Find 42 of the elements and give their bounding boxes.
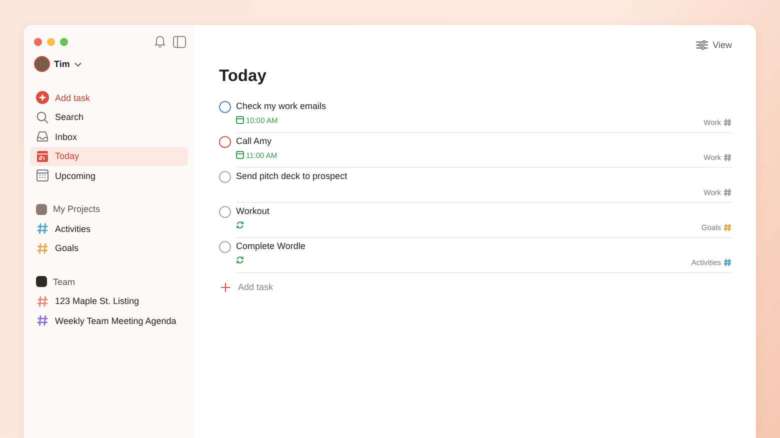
plus-icon bbox=[36, 91, 49, 104]
project-group-header[interactable]: My Projects bbox=[30, 200, 188, 219]
nav-item[interactable]: Inbox bbox=[30, 127, 188, 146]
task-checkbox[interactable] bbox=[219, 241, 231, 253]
plus-icon bbox=[221, 282, 230, 292]
nav-item[interactable]: Today bbox=[30, 146, 188, 166]
view-button[interactable]: View bbox=[696, 38, 732, 52]
nav-item[interactable]: Search bbox=[30, 108, 188, 127]
project-item[interactable]: Activities bbox=[30, 219, 188, 238]
task-title[interactable]: Send pitch deck to prospect bbox=[236, 170, 348, 182]
chevron-down-icon bbox=[74, 62, 82, 66]
user-menu[interactable]: Tim bbox=[30, 51, 86, 77]
task-checkbox[interactable] bbox=[219, 101, 231, 113]
calendar-icon bbox=[236, 151, 244, 159]
page-title: Today bbox=[219, 67, 268, 86]
calendar-icon bbox=[36, 150, 49, 163]
inbox-icon bbox=[36, 130, 49, 144]
sliders-icon bbox=[696, 40, 708, 50]
calendar-icon bbox=[236, 116, 244, 124]
search-icon bbox=[36, 110, 49, 124]
add-task-button[interactable]: Add task bbox=[30, 88, 188, 108]
task-title[interactable]: Check my work emails bbox=[236, 100, 326, 112]
project-item[interactable]: Weekly Team Meeting Agenda bbox=[30, 311, 188, 330]
avatar bbox=[36, 204, 47, 215]
task-title[interactable]: Call Amy bbox=[236, 135, 272, 147]
sidebar-toggle-icon[interactable] bbox=[173, 36, 186, 48]
task-title[interactable]: Complete Wordle bbox=[236, 240, 306, 252]
task-checkbox[interactable] bbox=[219, 171, 231, 183]
avatar bbox=[34, 56, 50, 72]
project-item[interactable]: 123 Maple St. Listing bbox=[30, 292, 188, 311]
task-title[interactable]: Workout bbox=[236, 205, 270, 217]
add-task-button[interactable]: Add task bbox=[221, 282, 274, 292]
repeat-icon bbox=[236, 221, 244, 229]
repeat-icon bbox=[236, 256, 244, 264]
task-checkbox[interactable] bbox=[219, 206, 231, 218]
project-group-header[interactable]: Team bbox=[30, 272, 188, 292]
team-icon bbox=[36, 276, 47, 288]
nav-item[interactable]: Upcoming bbox=[30, 166, 188, 186]
task-checkbox[interactable] bbox=[219, 136, 231, 148]
project-item[interactable]: Goals bbox=[30, 238, 188, 258]
calendar-icon bbox=[36, 169, 49, 182]
bell-icon[interactable] bbox=[154, 35, 166, 48]
